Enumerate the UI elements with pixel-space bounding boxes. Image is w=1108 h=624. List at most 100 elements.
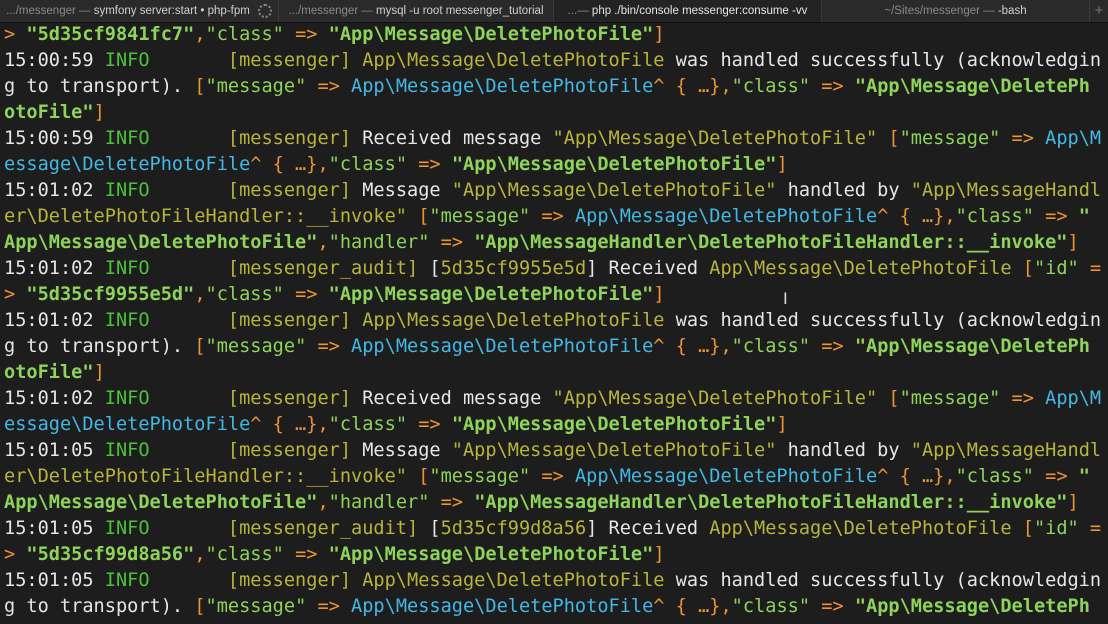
- terminal-tab-bar: .../messenger — symfony server:start • p…: [0, 0, 1108, 23]
- log-segment: ]: [93, 102, 105, 123]
- log-segment: otoFile": [4, 102, 94, 123]
- log-line: 15:01:02 INFO [messenger] Received messa…: [4, 386, 1108, 412]
- log-segment: 15:00:59: [4, 128, 105, 149]
- log-line: 15:00:59 INFO [messenger] Received messa…: [4, 126, 1108, 152]
- log-segment: "message": [429, 206, 531, 227]
- log-segment: "5d35cf9955e5d": [26, 284, 195, 305]
- log-segment: ]: [653, 24, 665, 45]
- log-line: 15:01:05 INFO [messenger_audit] [5d35cf9…: [4, 516, 1108, 542]
- log-segment: [messenger]: [149, 388, 363, 409]
- log-line: > "5d35cf99d8a56","class" => "App\Messag…: [4, 542, 1108, 568]
- log-segment: "App\Message\DeletePh: [854, 596, 1090, 617]
- log-segment: [messenger] App\Message\DeletePhotoFile: [149, 50, 676, 71]
- tab-bash[interactable]: ~/Sites/messenger — -bash: [822, 0, 1090, 22]
- log-segment: 15:01:05: [4, 440, 105, 461]
- log-segment: =>: [429, 492, 475, 513]
- log-segment: =>: [1033, 206, 1079, 227]
- log-segment: handled by: [776, 180, 911, 201]
- log-segment: "App\Message\DeletePh: [854, 76, 1090, 97]
- log-segment: "5d35cf9841fc7": [26, 24, 195, 45]
- log-segment: =>: [306, 596, 352, 617]
- log-line: g to transport). ["message" => App\Messa…: [4, 334, 1108, 360]
- log-segment: [: [429, 518, 441, 539]
- log-segment: ^ { …},: [877, 466, 956, 487]
- log-line: App\Message\DeletePhotoFile","handler" =…: [4, 490, 1108, 516]
- log-segment: =>: [283, 284, 329, 305]
- log-segment: ^ { …},: [250, 414, 329, 435]
- terminal-output[interactable]: > "5d35cf9841fc7","class" => "App\Messag…: [4, 22, 1108, 620]
- log-segment: ,: [194, 544, 206, 565]
- log-line: 15:01:02 INFO [messenger] App\Message\De…: [4, 308, 1108, 334]
- log-segment: App\Message\DeletePhotoFile": [4, 232, 318, 253]
- log-segment: ]: [1067, 232, 1079, 253]
- log-line: essage\DeletePhotoFile^ { …},"class" => …: [4, 412, 1108, 438]
- log-segment: INFO: [104, 50, 150, 71]
- log-segment: g to transport).: [4, 336, 195, 357]
- log-segment: INFO: [104, 388, 150, 409]
- log-segment: [messenger] App\Message\DeletePhotoFile: [149, 570, 676, 591]
- log-segment: "message": [205, 76, 307, 97]
- log-segment: [: [194, 596, 206, 617]
- log-segment: 5d35cf99d8a56: [440, 518, 587, 539]
- log-segment: =>: [1033, 466, 1079, 487]
- log-segment: =>: [810, 76, 855, 97]
- log-segment: "App\MessageHandler\DeletePhotoFileHandl…: [474, 492, 1068, 513]
- log-segment: [messenger] App\Message\DeletePhotoFile: [149, 310, 676, 331]
- log-segment: =>: [530, 206, 575, 227]
- log-segment: "id": [1033, 258, 1079, 279]
- log-segment: [: [194, 76, 206, 97]
- log-segment: "id": [1033, 518, 1079, 539]
- log-segment: App\M: [1045, 128, 1102, 149]
- log-segment: App\Message\DeletePhotoFile": [4, 492, 318, 513]
- log-segment: ] Received: [586, 518, 710, 539]
- tab-path: ~/Sites/messenger —: [884, 5, 998, 17]
- tab-messenger-consume[interactable]: ...— php ./bin/console messenger:consume…: [554, 0, 822, 22]
- tab-command: php ./bin/console messenger:consume -vv: [591, 5, 808, 17]
- log-segment: Message: [362, 180, 452, 201]
- log-segment: =>: [407, 414, 452, 435]
- log-segment: =>: [1000, 388, 1046, 409]
- log-segment: [messenger_audit]: [149, 258, 430, 279]
- log-line: otoFile"]: [4, 100, 1108, 126]
- log-segment: er\DeletePhotoFileHandler::__invoke": [4, 466, 419, 487]
- log-segment: >: [4, 284, 27, 305]
- log-segment: ]: [776, 414, 788, 435]
- log-segment: ": [1078, 466, 1090, 487]
- log-segment: ,: [317, 492, 329, 513]
- log-segment: =>: [810, 336, 855, 357]
- log-segment: handled by: [776, 440, 911, 461]
- log-segment: ^ { …},: [250, 154, 329, 175]
- log-segment: =>: [306, 336, 352, 357]
- log-segment: ^ { …},: [653, 76, 732, 97]
- log-segment: ^ { …},: [653, 336, 732, 357]
- log-segment: "App\Message\DeletePh: [854, 336, 1090, 357]
- log-segment: "App\Message\DeletePhotoFile": [451, 154, 777, 175]
- log-segment: ,: [317, 232, 329, 253]
- log-segment: [messenger]: [149, 440, 363, 461]
- log-segment: App\Message\DeletePhotoFile: [351, 76, 654, 97]
- log-segment: 15:00:59: [4, 50, 105, 71]
- log-segment: "message": [205, 336, 307, 357]
- log-segment: otoFile": [4, 362, 94, 383]
- tab-symfony-server[interactable]: .../messenger — symfony server:start • p…: [0, 0, 279, 22]
- log-segment: 15:01:05: [4, 518, 105, 539]
- log-line: er\DeletePhotoFileHandler::__invoke" ["m…: [4, 464, 1108, 490]
- log-segment: [messenger_audit]: [149, 518, 430, 539]
- log-segment: [: [888, 128, 900, 149]
- log-segment: 15:01:02: [4, 180, 105, 201]
- log-segment: "App\Message\DeletePhotoFile": [552, 128, 889, 149]
- log-segment: INFO: [104, 570, 150, 591]
- log-segment: >: [4, 544, 27, 565]
- log-segment: App\Message\DeletePhotoFile: [351, 336, 654, 357]
- tab-path: ...—: [567, 5, 592, 17]
- log-line: 15:01:05 INFO [messenger] Message "App\M…: [4, 438, 1108, 464]
- log-segment: INFO: [104, 518, 150, 539]
- log-segment: [: [1022, 518, 1034, 539]
- new-tab-button[interactable]: +: [1090, 0, 1108, 22]
- log-segment: "class": [328, 414, 408, 435]
- log-segment: ^ { …},: [877, 206, 956, 227]
- tab-mysql[interactable]: .../messenger — mysql -u root messenger_…: [279, 0, 554, 22]
- log-segment: essage\DeletePhotoFile: [4, 154, 251, 175]
- log-segment: "App\Message\DeletePhotoFile": [552, 388, 889, 409]
- log-segment: was handled successfully (acknowledgin: [675, 310, 1102, 331]
